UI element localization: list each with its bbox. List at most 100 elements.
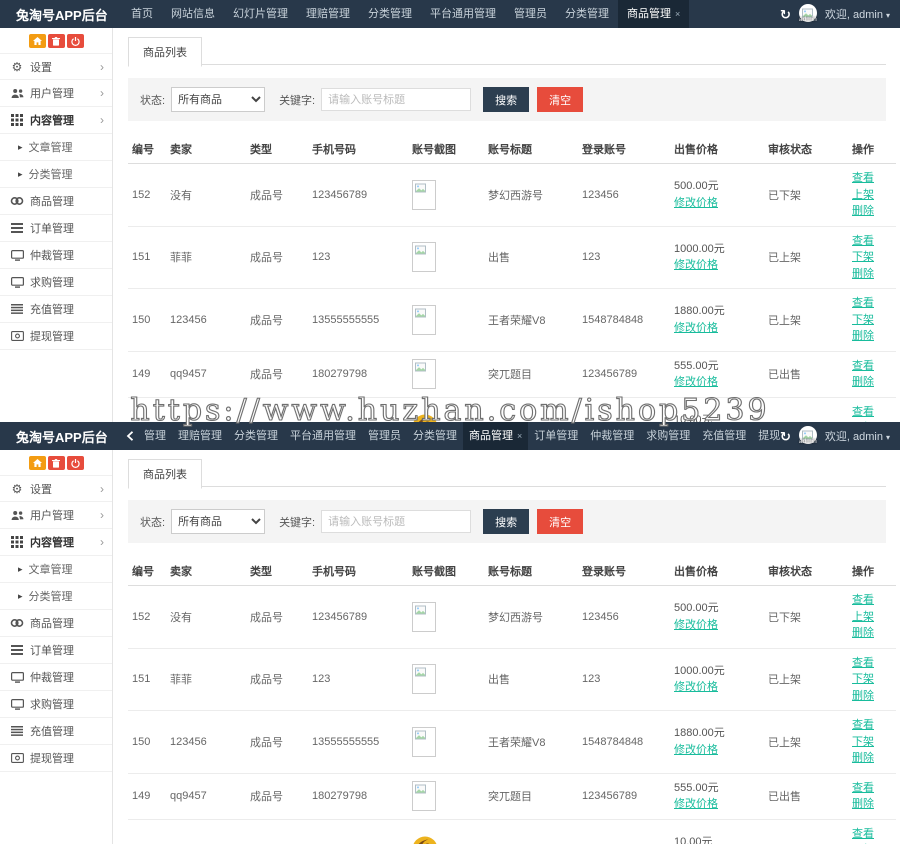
user-menu[interactable]: 欢迎, admin ▾ [825, 428, 890, 444]
nav-tab[interactable]: 理赔管理 [297, 0, 359, 28]
view-link[interactable]: 查看 [852, 655, 892, 672]
nav-tab[interactable]: 平台通用管理 [421, 0, 505, 28]
edit-price-link[interactable]: 修改价格 [674, 257, 760, 274]
nav-tab[interactable]: 仲裁管理 [584, 422, 640, 450]
sidebar-item-10[interactable]: 提现管理 [0, 323, 112, 350]
put-on-shelf-link[interactable]: 上架 [852, 187, 892, 204]
put-on-shelf-link[interactable]: 上架 [852, 609, 892, 626]
delete-link[interactable]: 删除 [852, 374, 892, 391]
sidebar-item-9[interactable]: 充值管理 [0, 296, 112, 323]
view-link[interactable]: 查看 [852, 170, 892, 187]
delete-link[interactable]: 删除 [852, 796, 892, 813]
home-button[interactable] [28, 34, 46, 48]
edit-price-link[interactable]: 修改价格 [674, 320, 760, 337]
sidebar-item-8[interactable]: 求购管理 [0, 269, 112, 296]
edit-price-link[interactable]: 修改价格 [674, 679, 760, 696]
clear-button[interactable]: 清空 [537, 509, 584, 534]
refresh-icon[interactable]: ↻ [780, 430, 791, 443]
view-link[interactable]: 查看 [852, 780, 892, 797]
view-link[interactable]: 查看 [852, 233, 892, 250]
nav-tab[interactable]: 管理 [138, 422, 172, 450]
power-button[interactable] [66, 456, 84, 470]
take-off-shelf-link[interactable]: 下架 [852, 671, 892, 688]
clear-button[interactable]: 清空 [537, 87, 584, 112]
home-button[interactable] [28, 456, 46, 470]
take-off-shelf-link[interactable]: 下架 [852, 249, 892, 266]
trash-button[interactable] [47, 456, 65, 470]
take-off-shelf-link[interactable]: 下架 [852, 312, 892, 329]
nav-tab[interactable]: 分类管理 [407, 422, 463, 450]
edit-price-link[interactable]: 修改价格 [674, 617, 760, 634]
view-link[interactable]: 查看 [852, 404, 892, 421]
nav-tab[interactable]: 首页 [122, 0, 162, 28]
delete-link[interactable]: 删除 [852, 750, 892, 767]
sidebar-item-3[interactable]: ▸ 文章管理 [0, 134, 112, 161]
nav-tab[interactable]: 分类管理 [228, 422, 284, 450]
nav-tab[interactable]: 平台通用管理 [284, 422, 362, 450]
search-button[interactable]: 搜索 [483, 87, 530, 112]
sidebar-item-0[interactable]: ⚙ 设置 › [0, 53, 112, 80]
edit-price-link[interactable]: 修改价格 [674, 742, 760, 759]
trash-button[interactable] [47, 34, 65, 48]
status-select[interactable]: 所有商品 [171, 87, 266, 112]
refresh-icon[interactable]: ↻ [780, 8, 791, 21]
sidebar-item-3[interactable]: ▸ 文章管理 [0, 556, 112, 583]
nav-tab[interactable]: 网站信息 [162, 0, 224, 28]
nav-tab[interactable]: 幻灯片管理 [224, 0, 297, 28]
close-icon[interactable]: × [517, 431, 522, 441]
nav-tab[interactable]: 理赔管理 [172, 422, 228, 450]
delete-link[interactable]: 删除 [852, 203, 892, 220]
sidebar-item-5[interactable]: 商品管理 [0, 188, 112, 215]
nav-tab[interactable]: 管理员 [362, 422, 407, 450]
tab-product-list[interactable]: 商品列表 [128, 37, 202, 67]
nav-tab[interactable]: 分类管理 [556, 0, 618, 28]
keyword-input[interactable] [321, 88, 472, 111]
nav-tab[interactable]: 求购管理 [640, 422, 696, 450]
avatar[interactable]: admin [798, 4, 817, 24]
delete-link[interactable]: 删除 [852, 688, 892, 705]
sidebar-item-6[interactable]: 订单管理 [0, 637, 112, 664]
sidebar-item-10[interactable]: 提现管理 [0, 745, 112, 772]
delete-link[interactable]: 删除 [852, 625, 892, 642]
keyword-input[interactable] [321, 510, 472, 533]
view-link[interactable]: 查看 [852, 358, 892, 375]
edit-price-link[interactable]: 修改价格 [674, 796, 760, 813]
nav-tab-active[interactable]: 商品管理 × [618, 0, 690, 28]
sidebar-item-6[interactable]: 订单管理 [0, 215, 112, 242]
nav-scroll-left-icon[interactable] [122, 422, 138, 450]
sidebar-item-7[interactable]: 仲裁管理 [0, 664, 112, 691]
sidebar-item-8[interactable]: 求购管理 [0, 691, 112, 718]
nav-tab[interactable]: 管理员 [505, 0, 556, 28]
sidebar-item-1[interactable]: 用户管理 › [0, 80, 112, 107]
sidebar-item-4[interactable]: ▸ 分类管理 [0, 161, 112, 188]
nav-tab[interactable]: 订单管理 [528, 422, 584, 450]
sidebar-item-7[interactable]: 仲裁管理 [0, 242, 112, 269]
sidebar-item-5[interactable]: 商品管理 [0, 610, 112, 637]
view-link[interactable]: 查看 [852, 826, 892, 843]
nav-tab-active[interactable]: 商品管理 × [463, 422, 529, 450]
sidebar-item-4[interactable]: ▸ 分类管理 [0, 583, 112, 610]
power-button[interactable] [66, 34, 84, 48]
view-link[interactable]: 查看 [852, 592, 892, 609]
delete-link[interactable]: 删除 [852, 328, 892, 345]
edit-price-link[interactable]: 修改价格 [674, 195, 760, 212]
avatar[interactable]: admin [798, 426, 817, 446]
view-link[interactable]: 查看 [852, 717, 892, 734]
nav-tab[interactable]: 分类管理 [359, 0, 421, 28]
sidebar-item-2[interactable]: 内容管理 › [0, 107, 112, 134]
nav-tab[interactable]: 提现管理 [752, 422, 780, 450]
sidebar-item-0[interactable]: ⚙ 设置 › [0, 475, 112, 502]
tab-product-list[interactable]: 商品列表 [128, 459, 202, 489]
sidebar-item-2[interactable]: 内容管理 › [0, 529, 112, 556]
edit-price-link[interactable]: 修改价格 [674, 374, 760, 391]
nav-tab[interactable]: 充值管理 [696, 422, 752, 450]
delete-link[interactable]: 删除 [852, 266, 892, 283]
search-button[interactable]: 搜索 [483, 509, 530, 534]
view-link[interactable]: 查看 [852, 295, 892, 312]
sidebar-item-9[interactable]: 充值管理 [0, 718, 112, 745]
take-off-shelf-link[interactable]: 下架 [852, 734, 892, 751]
sidebar-item-1[interactable]: 用户管理 › [0, 502, 112, 529]
close-icon[interactable]: × [675, 9, 680, 19]
status-select[interactable]: 所有商品 [171, 509, 266, 534]
user-menu[interactable]: 欢迎, admin ▾ [825, 6, 890, 22]
